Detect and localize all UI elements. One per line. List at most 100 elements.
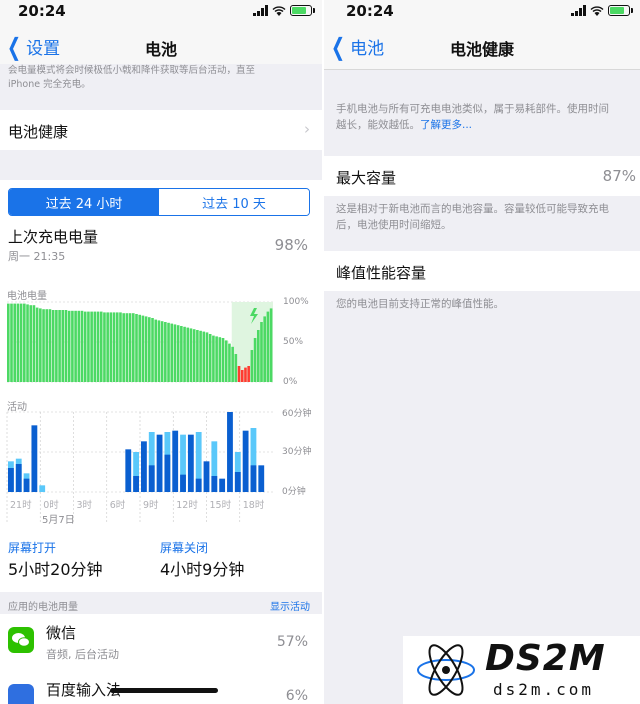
battery-health-row[interactable]: 电池健康 ›: [0, 110, 322, 150]
battery-bar: [180, 326, 183, 382]
battery-bar: [218, 337, 222, 382]
learn-more-link[interactable]: 了解更多...: [420, 119, 472, 131]
battery-bar: [221, 338, 225, 382]
intro-line1: 手机电池与所有可充电电池类似，属于易耗部件。使用时间: [336, 103, 609, 115]
nav-bar: ❮ 电池 电池健康: [324, 22, 640, 70]
battery-bar: [199, 330, 202, 382]
battery-bar: [115, 312, 119, 382]
activity-x-tick: 9时: [143, 499, 159, 511]
battery-health-label: 电池健康: [8, 123, 69, 141]
battery-bar: [167, 322, 170, 382]
battery-bar: [212, 335, 215, 382]
watermark-logo-text: DS2M: [485, 638, 606, 679]
activity-x-tick: 6时: [110, 499, 126, 511]
battery-level-chart: 100% 50% 0%: [7, 297, 309, 387]
activity-bar-screen-on: [8, 468, 14, 492]
max-capacity-value: 87%: [602, 167, 636, 185]
battery-bar: [83, 311, 87, 382]
battery-bar: [80, 310, 84, 382]
tab-last-10-days[interactable]: 过去 10 天: [159, 189, 309, 215]
battery-bar: [215, 336, 218, 382]
battery-bar: [164, 322, 167, 382]
battery-bar: [260, 322, 263, 382]
capacity-note-line1: 这是相对于新电池而言的电池容量。容量较低可能导致充电: [336, 203, 609, 215]
low-power-note: 会电量模式将会时候极低小戟和降件获取等后台活动，直至 iPhone 完全充电。: [0, 64, 322, 104]
battery-bar: [7, 303, 10, 382]
app-name: 微信: [46, 624, 77, 642]
usage-header: 应用的电池用量 显示活动: [0, 592, 322, 614]
battery-bar: [154, 319, 158, 382]
wifi-icon: [590, 6, 604, 16]
battery-bar: [269, 308, 273, 382]
battery-bar: [141, 315, 145, 382]
activity-x-tick: 12时: [176, 499, 198, 511]
battery-bar: [202, 331, 206, 382]
battery-bar: [148, 317, 151, 382]
battery-bar: [205, 332, 209, 382]
battery-bar: [10, 303, 13, 382]
battery-bar: [128, 313, 132, 382]
activity-chart: 60分钟 30分钟 0分钟 21时 0时 3时 6时 9时 12时 15时 18时 5月7日: [6, 407, 311, 526]
capacity-note-line2: 后，电池使用时间缩短。: [336, 219, 452, 231]
battery-bar: [32, 305, 36, 382]
activity-x-tick: 18时: [243, 499, 265, 511]
battery-bar: [55, 310, 58, 382]
page-title: 电池健康: [449, 40, 514, 59]
battery-bar: [234, 354, 238, 382]
status-bar: 20:24: [324, 0, 640, 22]
show-activity-button[interactable]: 显示活动: [270, 598, 310, 613]
battery-bar: [135, 314, 138, 382]
activity-bar-screen-on: [187, 434, 194, 492]
battery-bar: [61, 310, 65, 382]
activity-bar-screen-on: [250, 465, 257, 492]
low-power-note-line2: iPhone 完全充电。: [8, 79, 91, 90]
max-capacity-row: 最大容量 87%: [324, 156, 640, 196]
battery-bar: [228, 343, 231, 382]
activity-bar-screen-on: [141, 441, 147, 492]
home-indicator[interactable]: [110, 688, 218, 693]
screen-off-label: 屏幕关闭: [160, 541, 209, 555]
wifi-icon: [272, 6, 286, 16]
battery-tick-100: 100%: [283, 297, 309, 307]
battery-bar: [93, 311, 97, 382]
activity-bar-screen-on: [227, 412, 233, 492]
battery-bar: [99, 311, 103, 382]
battery-bar: [87, 311, 90, 382]
battery-tick-50: 50%: [283, 337, 303, 347]
battery-bar: [256, 330, 260, 382]
status-time: 20:24: [18, 2, 66, 20]
battery-bar: [48, 309, 52, 382]
tab-last-24-hours[interactable]: 过去 24 小时: [9, 189, 159, 215]
battery-bar: [138, 314, 142, 382]
nav-bar: ❮ 设置 电池: [0, 22, 322, 70]
activity-date-label: 5月7日: [42, 514, 75, 526]
activity-tick-0: 0分钟: [282, 485, 306, 497]
battery-bar: [109, 312, 113, 382]
battery-tick-0: 0%: [283, 377, 298, 387]
battery-bar: [170, 323, 174, 382]
battery-bar: [119, 312, 122, 382]
peak-performance-row: 峰值性能容量: [324, 251, 640, 291]
battery-bar: [106, 312, 109, 382]
chevron-right-icon: ›: [304, 120, 310, 138]
battery-bar: [237, 366, 241, 382]
activity-tick-30: 30分钟: [282, 445, 311, 457]
battery-bar: [176, 325, 180, 382]
last-charge-label: 上次充电电量: [8, 228, 99, 246]
activity-bar-screen-on: [258, 465, 265, 492]
battery-bar: [144, 316, 148, 382]
battery-health-intro: 手机电池与所有可充电电池类似，属于易耗部件。使用时间 越长，能效越低。了解更多.…: [336, 101, 609, 133]
battery-bar: [253, 338, 257, 382]
atom-logo-icon: [417, 644, 475, 696]
battery-bar: [96, 311, 100, 382]
last-charge-value: 98%: [274, 236, 308, 254]
battery-bar: [240, 370, 244, 382]
battery-bar: [13, 303, 17, 382]
battery-bar: [183, 326, 186, 382]
app-row-wechat[interactable]: 微信 音频, 后台活动 57%: [0, 614, 322, 666]
battery-bar: [58, 310, 61, 382]
battery-bar: [263, 316, 266, 382]
app-percent: 6%: [285, 688, 308, 704]
app-percent: 57%: [276, 634, 308, 650]
activity-bar-screen-on: [125, 449, 132, 492]
